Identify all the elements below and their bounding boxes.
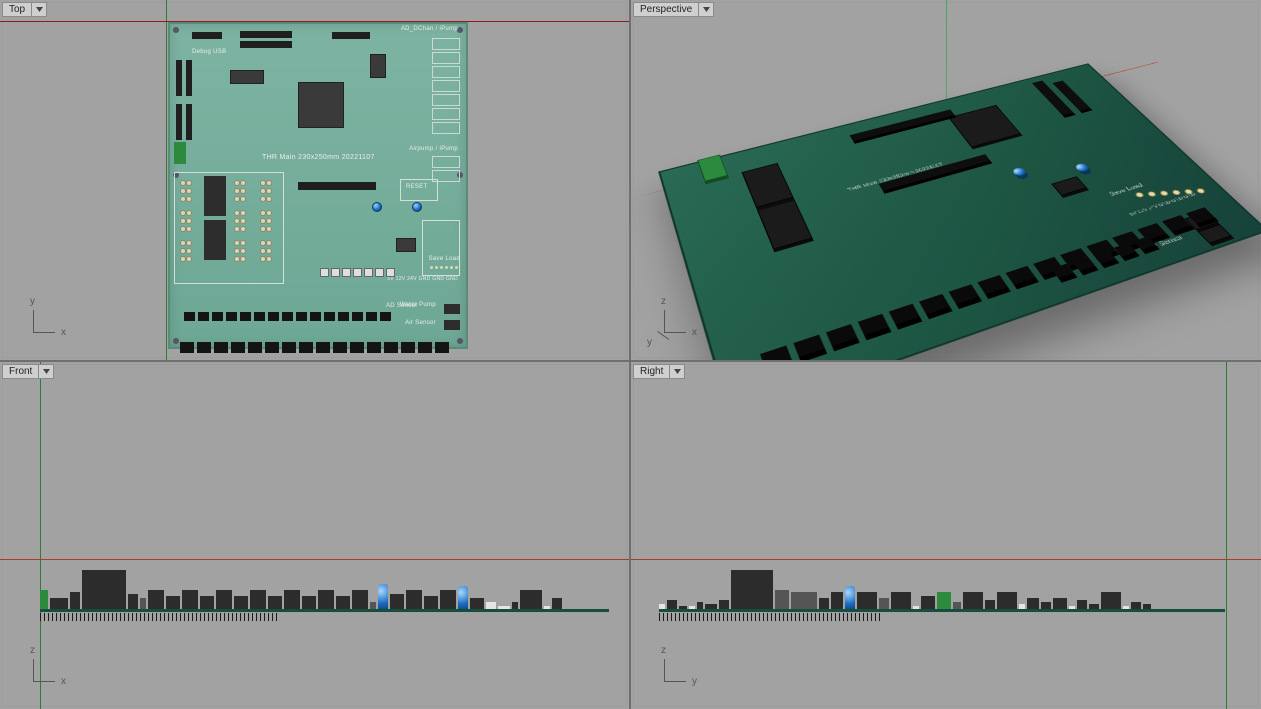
viewport-right[interactable]: Right: [631, 362, 1261, 709]
capacitor: [372, 202, 382, 212]
silk-label: Debug USB: [192, 49, 226, 55]
capacitor: [412, 202, 422, 212]
perspective-scene: Save Load 5V 12V 24V GND GND GND Air Sen…: [631, 0, 1261, 360]
viewport-top[interactable]: Top AD_DChan / iPump: [0, 0, 629, 360]
silk-label: Airpump / iPump: [409, 146, 458, 152]
viewport-title-perspective[interactable]: Perspective: [633, 2, 714, 17]
front-elevation: [40, 557, 609, 612]
viewport-menu-dropdown[interactable]: [38, 364, 54, 379]
silk-label: AD Sensor: [386, 303, 418, 309]
chevron-down-icon: [43, 369, 50, 374]
pcb-board-top: AD_DChan / iPump Airpump / iPump: [168, 22, 468, 349]
silk-label: RESET: [406, 184, 428, 190]
viewport-menu-dropdown[interactable]: [31, 2, 47, 17]
viewport-label: Right: [633, 364, 669, 379]
viewport-label: Perspective: [633, 2, 698, 17]
silk-label: 5V 12V 24V GND GND GND: [387, 276, 458, 282]
viewport-title-front[interactable]: Front: [2, 364, 54, 379]
viewport-perspective[interactable]: Perspective: [631, 0, 1261, 360]
axis-z-line: [1226, 362, 1227, 709]
axis-gizmo: y x: [20, 298, 66, 344]
silk-label: AD_DChan / iPump: [401, 26, 458, 32]
silk-label: Air Sensor: [405, 320, 436, 326]
viewport-menu-dropdown[interactable]: [669, 364, 685, 379]
pcb-board-perspective: Save Load 5V 12V 24V GND GND GND Air Sen…: [658, 63, 1261, 360]
axis-gizmo: z y: [651, 647, 697, 693]
right-elevation: [659, 557, 1225, 612]
viewport-front[interactable]: Front: [0, 362, 629, 709]
axis-y-line: [166, 0, 167, 360]
axis-z-line: [40, 362, 41, 709]
silk-label: Save Load: [429, 256, 460, 262]
pcb-title-silkscreen: THR Main 230x250mm 20221107: [262, 154, 375, 161]
mcu-chip: [298, 82, 344, 128]
chevron-down-icon: [703, 7, 710, 12]
viewport-title-right[interactable]: Right: [633, 364, 685, 379]
chevron-down-icon: [36, 7, 43, 12]
viewport-label: Top: [2, 2, 31, 17]
chevron-down-icon: [674, 369, 681, 374]
connector-row-bottom: [180, 342, 449, 353]
screw-terminal: [174, 142, 186, 164]
viewport-label: Front: [2, 364, 38, 379]
viewport-menu-dropdown[interactable]: [698, 2, 714, 17]
axis-gizmo: z x: [20, 647, 66, 693]
viewport-title-top[interactable]: Top: [2, 2, 47, 17]
connector-row-top: [184, 312, 391, 321]
viewport-grid: Top AD_DChan / iPump: [0, 0, 1261, 709]
